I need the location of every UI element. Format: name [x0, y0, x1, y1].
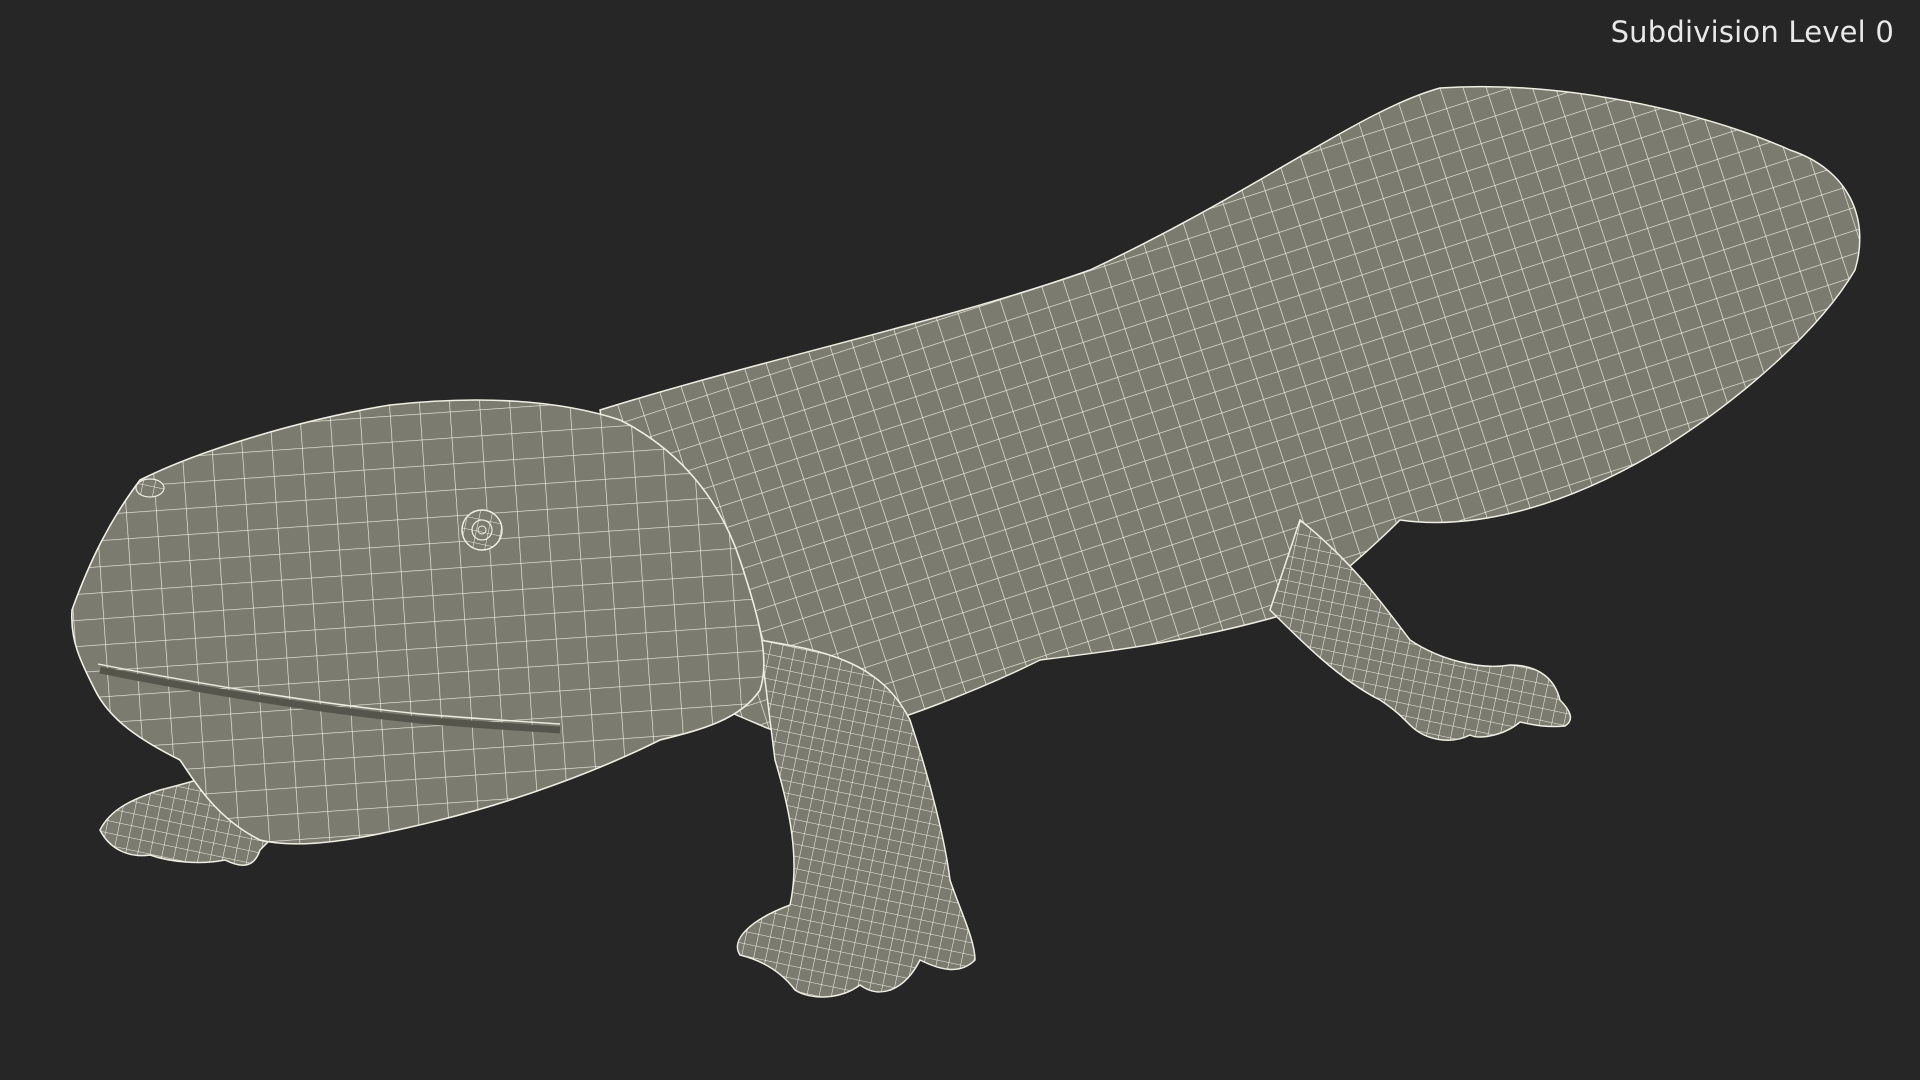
- back-leg-mesh: [1269, 518, 1572, 741]
- nostril-mesh: [135, 478, 165, 498]
- tail-body-mesh: [599, 85, 1861, 737]
- eye-mesh: [461, 509, 503, 551]
- salamander-wireframe-model: [70, 85, 1861, 998]
- render-viewport: Subdivision Level 0: [0, 0, 1920, 1080]
- head-mesh: [70, 399, 765, 845]
- subdivision-level-label: Subdivision Level 0: [1610, 15, 1894, 49]
